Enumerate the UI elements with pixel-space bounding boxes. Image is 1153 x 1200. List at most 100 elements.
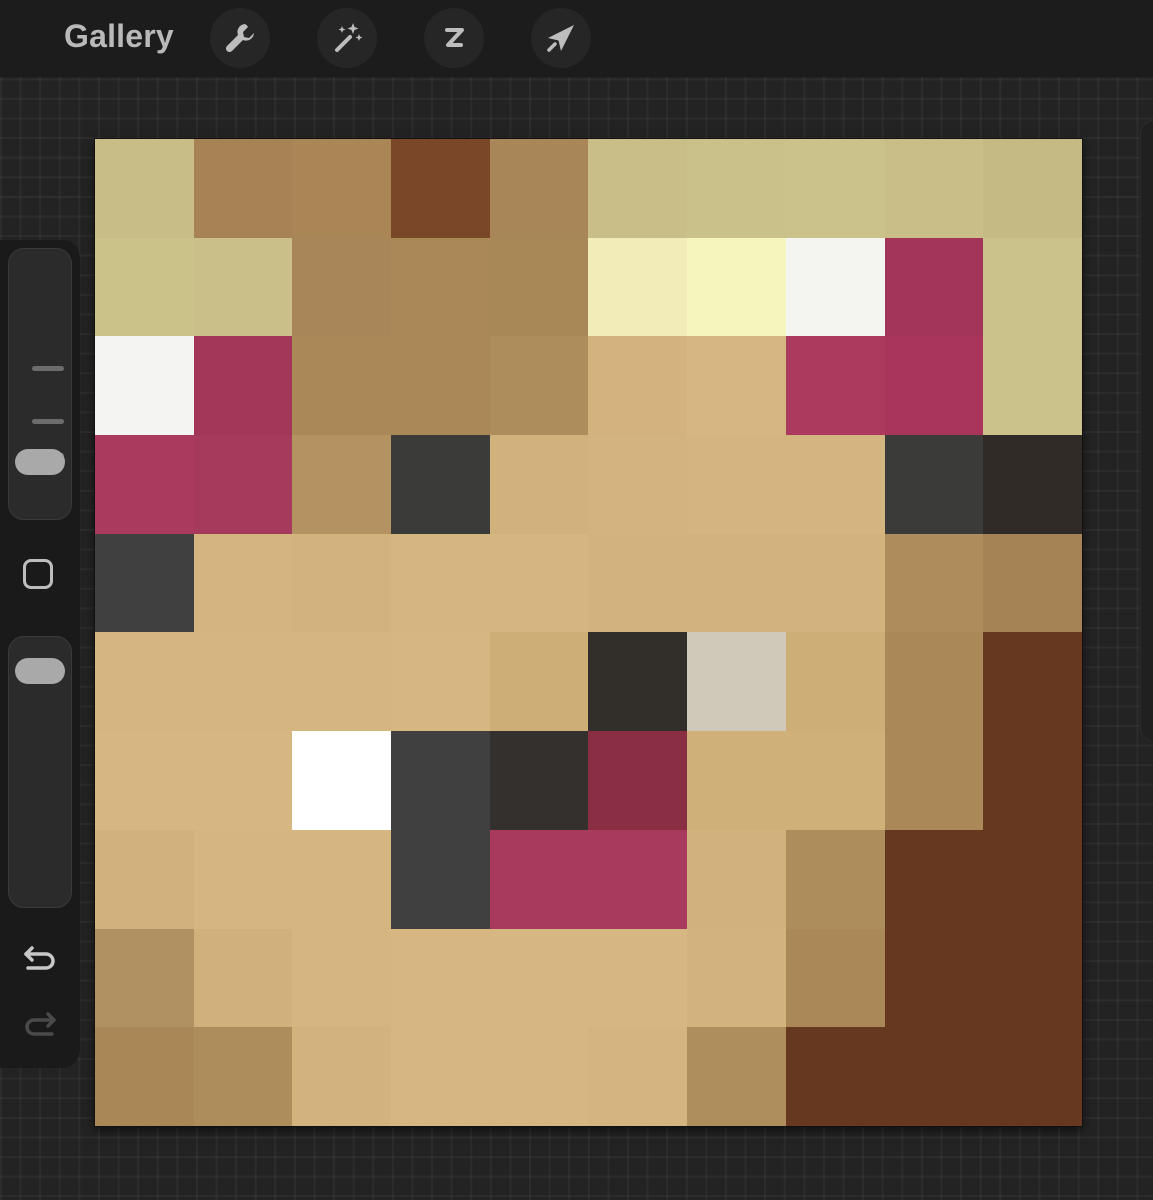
pixel-cell[interactable] — [588, 435, 688, 534]
pixel-cell[interactable] — [391, 829, 490, 929]
pixel-cell[interactable] — [884, 632, 984, 732]
pixel-cell[interactable] — [785, 731, 885, 830]
pixel-cell[interactable] — [391, 533, 490, 633]
pixel-cell[interactable] — [95, 928, 194, 1028]
pixel-cell[interactable] — [983, 533, 1082, 633]
pixel-cell[interactable] — [95, 139, 194, 238]
pixel-cell[interactable] — [785, 435, 885, 534]
brush-opacity-thumb[interactable] — [15, 658, 65, 685]
pixel-cell[interactable] — [884, 435, 984, 534]
pixel-cell[interactable] — [884, 139, 984, 238]
transform-button[interactable] — [531, 8, 591, 68]
pixel-cell[interactable] — [391, 139, 490, 238]
pixel-cell[interactable] — [785, 632, 885, 732]
pixel-cell[interactable] — [193, 139, 293, 238]
undo-arrow-icon[interactable] — [20, 940, 60, 976]
pixel-cell[interactable] — [687, 928, 786, 1028]
pixel-cell[interactable] — [95, 237, 194, 337]
pixel-cell[interactable] — [785, 237, 885, 337]
pixel-cell[interactable] — [292, 237, 392, 337]
pixel-cell[interactable] — [489, 1027, 589, 1126]
pixel-cell[interactable] — [588, 1027, 688, 1126]
pixel-cell[interactable] — [95, 632, 194, 732]
pixel-cell[interactable] — [292, 928, 392, 1028]
pixel-cell[interactable] — [687, 237, 786, 337]
brush-size-thumb[interactable] — [15, 449, 65, 476]
pixel-cell[interactable] — [193, 435, 293, 534]
pixel-cell[interactable] — [588, 336, 688, 436]
pixel-cell[interactable] — [785, 928, 885, 1028]
pixel-cell[interactable] — [785, 139, 885, 238]
pixel-cell[interactable] — [588, 139, 688, 238]
pixel-cell[interactable] — [983, 1027, 1082, 1126]
pixel-cell[interactable] — [687, 1027, 786, 1126]
pixel-cell[interactable] — [588, 533, 688, 633]
pixel-cell[interactable] — [95, 533, 194, 633]
pixel-cell[interactable] — [884, 237, 984, 337]
actions-button[interactable] — [210, 8, 270, 68]
pixel-cell[interactable] — [292, 435, 392, 534]
pixel-cell[interactable] — [95, 1027, 194, 1126]
pixel-cell[interactable] — [489, 336, 589, 436]
redo-arrow-icon[interactable] — [20, 1006, 60, 1042]
pixel-cell[interactable] — [884, 336, 984, 436]
pixel-cell[interactable] — [884, 1027, 984, 1126]
selection-button[interactable] — [424, 8, 484, 68]
pixel-cell[interactable] — [785, 336, 885, 436]
pixel-cell[interactable] — [687, 533, 786, 633]
pixel-cell[interactable] — [983, 829, 1082, 929]
pixel-cell[interactable] — [588, 829, 688, 929]
pixel-cell[interactable] — [983, 237, 1082, 337]
pixel-cell[interactable] — [193, 336, 293, 436]
pixel-cell[interactable] — [391, 237, 490, 337]
modify-button[interactable] — [23, 559, 53, 589]
pixel-cell[interactable] — [884, 829, 984, 929]
pixel-cell[interactable] — [687, 139, 786, 238]
pixel-cell[interactable] — [95, 435, 194, 534]
pixel-cell[interactable] — [884, 731, 984, 830]
pixel-cell[interactable] — [983, 435, 1082, 534]
pixel-cell[interactable] — [588, 731, 688, 830]
pixel-cell[interactable] — [687, 731, 786, 830]
adjustments-button[interactable] — [317, 8, 377, 68]
pixel-cell[interactable] — [687, 336, 786, 436]
pixel-cell[interactable] — [588, 632, 688, 732]
pixel-cell[interactable] — [95, 336, 194, 436]
pixel-cell[interactable] — [391, 928, 490, 1028]
pixel-cell[interactable] — [489, 829, 589, 929]
pixel-cell[interactable] — [687, 829, 786, 929]
pixel-cell[interactable] — [391, 336, 490, 436]
pixel-cell[interactable] — [193, 731, 293, 830]
pixel-cell[interactable] — [292, 336, 392, 436]
pixel-cell[interactable] — [489, 533, 589, 633]
pixel-cell[interactable] — [489, 237, 589, 337]
pixel-cell[interactable] — [292, 731, 392, 830]
pixel-cell[interactable] — [292, 829, 392, 929]
pixel-cell[interactable] — [588, 928, 688, 1028]
pixel-cell[interactable] — [391, 731, 490, 830]
brush-opacity-slider[interactable] — [8, 636, 72, 908]
pixel-cell[interactable] — [193, 1027, 293, 1126]
brush-size-slider[interactable] — [8, 248, 72, 520]
pixel-cell[interactable] — [193, 533, 293, 633]
pixel-cell[interactable] — [292, 1027, 392, 1126]
pixel-cell[interactable] — [292, 632, 392, 732]
pixel-cell[interactable] — [489, 731, 589, 830]
gallery-button[interactable]: Gallery — [64, 18, 174, 55]
pixel-cell[interactable] — [95, 829, 194, 929]
pixel-cell[interactable] — [292, 533, 392, 633]
pixel-cell[interactable] — [489, 632, 589, 732]
pixel-cell[interactable] — [983, 139, 1082, 238]
pixel-cell[interactable] — [983, 336, 1082, 436]
pixel-cell[interactable] — [884, 928, 984, 1028]
pixel-cell[interactable] — [193, 829, 293, 929]
pixel-cell[interactable] — [489, 435, 589, 534]
pixel-cell[interactable] — [884, 533, 984, 633]
pixel-cell[interactable] — [489, 928, 589, 1028]
pixel-cell[interactable] — [193, 632, 293, 732]
pixel-cell[interactable] — [687, 435, 786, 534]
pixel-cell[interactable] — [193, 237, 293, 337]
pixel-cell[interactable] — [391, 1027, 490, 1126]
pixel-cell[interactable] — [687, 632, 786, 732]
pixel-cell[interactable] — [95, 731, 194, 830]
